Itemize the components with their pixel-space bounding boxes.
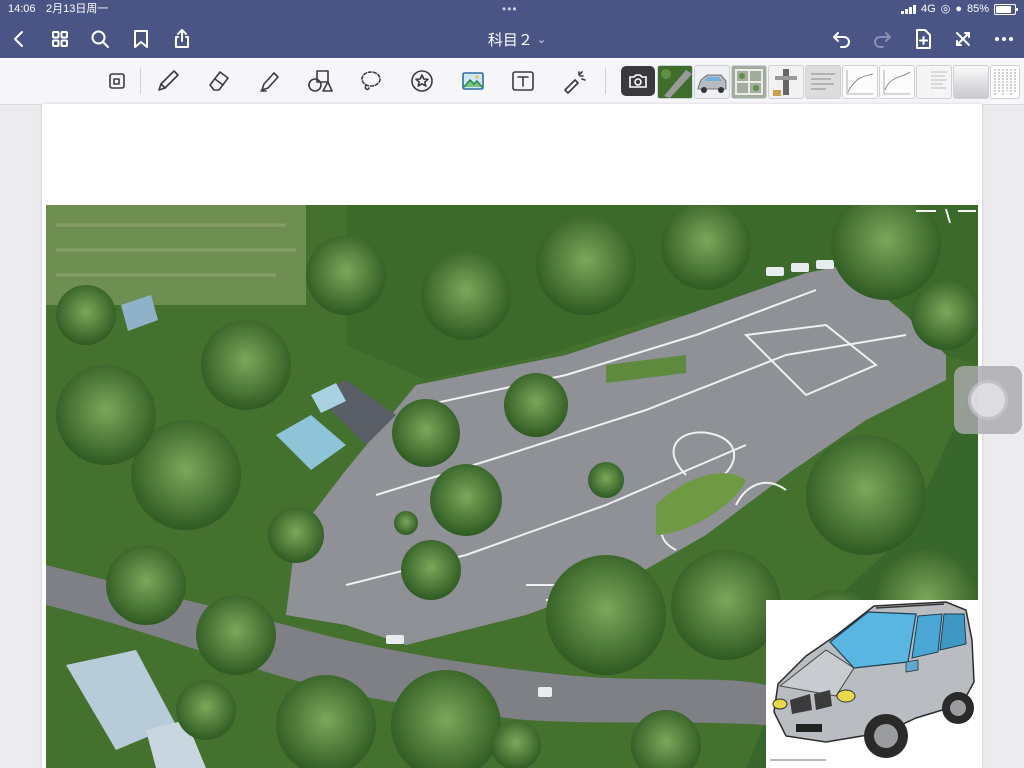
map-thumbnail: [732, 66, 766, 98]
chart-thumbnail-2: [880, 66, 914, 98]
image-tool[interactable]: [456, 66, 490, 96]
undo-button[interactable]: [826, 20, 858, 58]
shapes-tool[interactable]: [303, 66, 337, 96]
chevron-down-icon: ⌄: [536, 33, 547, 46]
recent-image-thumb-map[interactable]: [731, 65, 767, 99]
eraser-icon: [209, 71, 229, 91]
add-page-icon: [916, 29, 931, 49]
car-illustration-image[interactable]: [766, 600, 978, 768]
share-button[interactable]: [166, 20, 198, 58]
recent-image-thumb-aerial[interactable]: [657, 65, 693, 99]
laser-pointer-tool[interactable]: [557, 66, 591, 96]
lasso-select-icon: [109, 73, 125, 89]
bookmark-icon: [134, 30, 148, 48]
more-icon: [995, 37, 1013, 41]
recent-image-thumb-doc2[interactable]: [916, 65, 952, 99]
multitasking-dots-icon[interactable]: •••: [502, 0, 518, 18]
recent-image-thumb-chart1[interactable]: [842, 65, 878, 99]
thumbnails-button[interactable]: [44, 20, 76, 58]
sticker-tool[interactable]: [405, 66, 439, 96]
recent-image-thumb-text[interactable]: [990, 65, 1020, 99]
car-thumbnail: [697, 74, 727, 93]
status-right-group: 4G ◎ ● 85%: [901, 0, 1018, 18]
status-time: 14:06: [8, 3, 36, 15]
assistive-touch-button[interactable]: [954, 366, 1022, 434]
shapes-icon: [308, 70, 333, 92]
doc-thumbnail-2: [917, 66, 951, 98]
text-doc-thumbnail: [991, 66, 1019, 98]
toolbar-divider: [140, 68, 141, 94]
status-date: 2月13日周一: [46, 3, 109, 15]
lasso-tool[interactable]: [354, 66, 388, 96]
search-button[interactable]: [84, 20, 116, 58]
lasso-select-tool[interactable]: [100, 66, 134, 96]
redo-button[interactable]: [866, 20, 898, 58]
document-title-button[interactable]: 科目２ ⌄: [462, 20, 572, 58]
image-icon: [462, 72, 484, 90]
battery-percent: 85%: [966, 3, 989, 15]
recent-image-thumb-doc1[interactable]: [805, 65, 841, 99]
chart-thumbnail-1: [843, 66, 877, 98]
back-button[interactable]: [3, 20, 35, 58]
camera-icon: [629, 74, 647, 88]
pen-icon: [158, 70, 179, 91]
suv-illustration-graphic: [766, 600, 978, 768]
laser-pointer-icon: [564, 71, 586, 94]
assistive-touch-icon: [971, 383, 1005, 417]
doc-thumbnail-1: [806, 66, 840, 98]
redo-icon: [874, 32, 891, 48]
recent-image-thumb-doc3[interactable]: [953, 65, 989, 99]
back-icon: [14, 31, 23, 47]
pen-tool[interactable]: [151, 66, 185, 96]
add-page-button[interactable]: [907, 20, 939, 58]
aerial-thumbnail: [658, 66, 692, 98]
sticker-icon: [411, 70, 433, 92]
location-icon: ◎: [940, 3, 951, 15]
eraser-tool[interactable]: [202, 66, 236, 96]
thumbnails-grid-icon: [52, 31, 68, 47]
cellular-signal-icon: [901, 4, 917, 14]
share-icon: [175, 29, 189, 48]
highlighter-tool[interactable]: [253, 66, 287, 96]
doc-thumbnail-3: [954, 66, 988, 98]
close-fullscreen-icon: [956, 32, 970, 46]
status-bar: 14:06 2月13日周一 ••• 4G ◎ ● 85%: [0, 0, 1024, 18]
equipment-thumbnail: [769, 66, 803, 98]
battery-icon: [994, 3, 1018, 15]
network-type: 4G: [921, 3, 936, 15]
camera-button[interactable]: [621, 66, 655, 96]
more-button[interactable]: [988, 20, 1020, 58]
bookmark-button[interactable]: [125, 20, 157, 58]
tool-bar: [0, 58, 1024, 105]
search-icon: [91, 30, 109, 48]
text-tool[interactable]: [506, 66, 540, 96]
fullscreen-button[interactable]: [947, 20, 979, 58]
header-bar: 14:06 2月13日周一 ••• 4G ◎ ● 85% 科目２ ⌄: [0, 0, 1024, 58]
recent-image-thumb-car[interactable]: [694, 65, 730, 99]
text-icon: [512, 71, 534, 91]
navigation-bar: 科目２ ⌄: [0, 20, 1024, 58]
recent-image-thumb-chart2[interactable]: [879, 65, 915, 99]
toolbar-divider: [605, 68, 606, 94]
document-title: 科目２: [487, 31, 533, 49]
undo-icon: [833, 32, 850, 48]
highlighter-icon: [260, 72, 279, 92]
lock-rotation-icon: ●: [955, 3, 962, 15]
lasso-icon: [361, 71, 381, 91]
recent-image-thumb-equipment[interactable]: [768, 65, 804, 99]
